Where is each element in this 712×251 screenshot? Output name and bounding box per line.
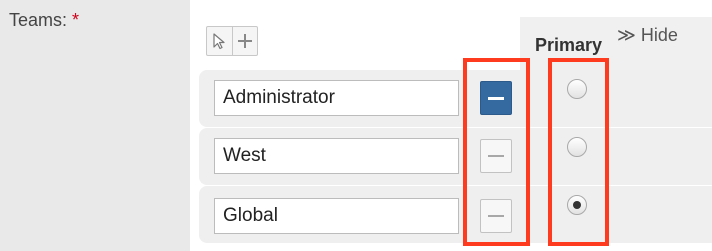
hide-link[interactable]: ≫ Hide: [617, 25, 678, 46]
remove-buttons-highlight: [463, 58, 530, 246]
team-select-toolbar: [206, 26, 258, 56]
primary-radios-highlight: [548, 58, 609, 246]
teams-label-text: Teams:: [9, 10, 68, 30]
team-name-input[interactable]: Global: [214, 198, 459, 234]
plus-icon[interactable]: [231, 27, 258, 55]
field-label-column: [0, 0, 190, 251]
cursor-arrow-icon[interactable]: [207, 27, 232, 55]
team-name-input[interactable]: Administrator: [214, 80, 459, 116]
team-name-input[interactable]: West: [214, 138, 459, 174]
teams-field-label: Teams: *: [9, 10, 79, 31]
primary-column-label: Primary: [535, 35, 603, 55]
required-asterisk: *: [72, 10, 80, 30]
